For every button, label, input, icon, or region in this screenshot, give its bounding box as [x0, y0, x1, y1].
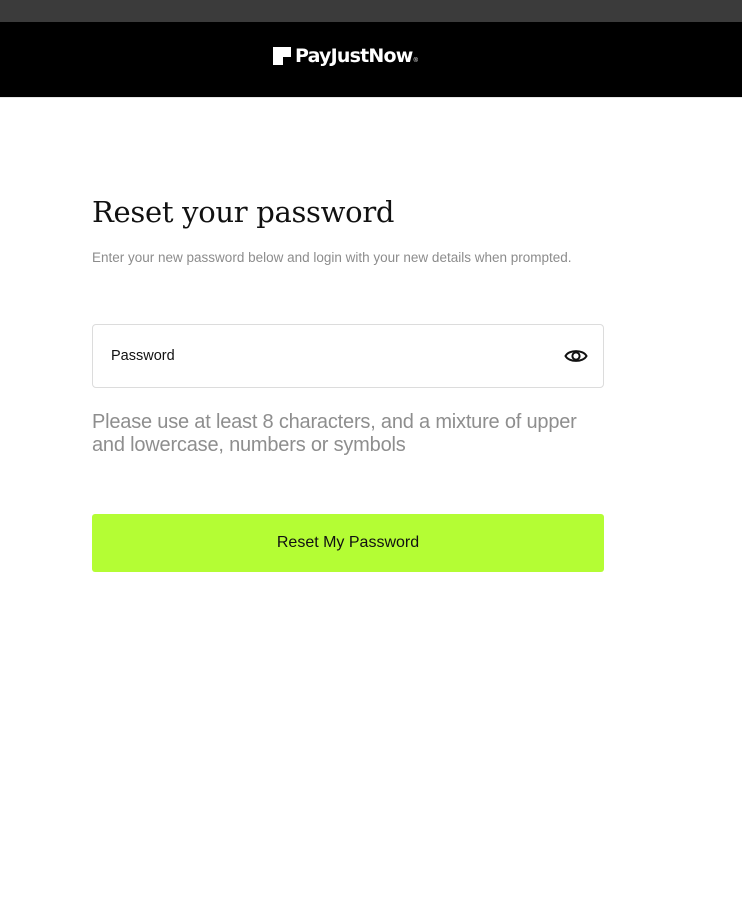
reset-password-button[interactable]: Reset My Password — [92, 514, 604, 572]
brand-name: PayJustNow — [295, 45, 413, 67]
password-field — [92, 324, 604, 388]
eye-icon[interactable] — [564, 345, 588, 367]
browser-top-strip — [0, 0, 742, 22]
page-subtitle: Enter your new password below and login … — [92, 250, 572, 265]
registered-mark: ® — [413, 58, 418, 64]
brand-logo[interactable]: PayJustNow ® — [273, 43, 418, 69]
site-header: PayJustNow ® — [0, 22, 742, 98]
password-input[interactable] — [111, 325, 551, 387]
password-requirements-hint: Please use at least 8 characters, and a … — [92, 411, 577, 456]
page-title: Reset your password — [92, 195, 395, 229]
logo-mark-icon — [273, 47, 291, 65]
